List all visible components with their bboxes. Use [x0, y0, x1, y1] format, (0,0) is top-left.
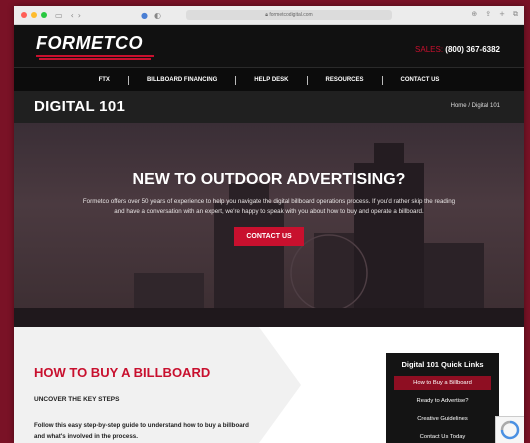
- new-tab-icon[interactable]: +: [499, 10, 505, 19]
- nav-item-ftx[interactable]: FTX: [81, 77, 128, 83]
- site-header: FORMETCO SALES: (800) 367-6382: [14, 25, 524, 67]
- close-window-button[interactable]: [21, 12, 27, 18]
- back-button[interactable]: ‹: [71, 11, 74, 20]
- phone-number: (800) 367-6382: [445, 45, 500, 54]
- browser-toolbar: ▭ ‹ › ● ◐ 🔒︎ formetcodigital.com ⊕ ⇪ + ⧉: [14, 6, 524, 25]
- quick-link-how-to-buy[interactable]: How to Buy a Billboard: [394, 376, 491, 390]
- quick-link-contact-us[interactable]: Contact Us Today: [394, 430, 491, 443]
- download-icon[interactable]: ⊕: [471, 10, 477, 19]
- section-description: Follow this easy step-by-step guide to u…: [34, 422, 249, 440]
- logo-stripe: [39, 58, 151, 60]
- hero-banner: NEW TO OUTDOOR ADVERTISING? Formetco off…: [14, 123, 524, 327]
- hero-text: Formetco offers over 50 years of experie…: [82, 198, 456, 215]
- main-nav: FTX BILLBOARD FINANCING HELP DESK RESOUR…: [14, 67, 524, 92]
- maximize-window-button[interactable]: [41, 12, 47, 18]
- url-text: formetcodigital.com: [269, 12, 313, 18]
- page-title-bar: DIGITAL 101 Home / Digital 101: [14, 91, 524, 123]
- phone-label: SALES:: [415, 45, 444, 54]
- lock-icon: 🔒︎: [265, 12, 268, 18]
- formetco-logo[interactable]: FORMETCO: [36, 33, 154, 60]
- hero-content: NEW TO OUTDOOR ADVERTISING? Formetco off…: [14, 171, 524, 246]
- page-title: DIGITAL 101: [34, 98, 126, 115]
- browser-right-controls: ⊕ ⇪ + ⧉: [471, 10, 518, 19]
- nav-item-contact-us[interactable]: CONTACT US: [383, 77, 458, 83]
- shield-icon[interactable]: ●: [141, 11, 148, 20]
- logo-text: FORMETCO: [36, 33, 143, 53]
- minimize-window-button[interactable]: [31, 12, 37, 18]
- browser-window: ▭ ‹ › ● ◐ 🔒︎ formetcodigital.com ⊕ ⇪ + ⧉…: [14, 6, 524, 443]
- tabs-overview-icon[interactable]: ⧉: [513, 10, 518, 19]
- section-subheading: UNCOVER THE KEY STEPS: [34, 396, 120, 403]
- nav-item-resources[interactable]: RESOURCES: [308, 77, 382, 83]
- quick-link-creative-guidelines[interactable]: Creative Guidelines: [394, 412, 491, 426]
- sales-phone[interactable]: SALES: (800) 367-6382: [415, 45, 500, 54]
- window-controls: [21, 12, 47, 18]
- breadcrumb[interactable]: Home / Digital 101: [451, 103, 500, 109]
- how-to-buy-panel: HOW TO BUY A BILLBOARD UNCOVER THE KEY S…: [14, 327, 259, 443]
- logo-stripe: [36, 55, 154, 57]
- nav-item-help-desk[interactable]: HELP DESK: [236, 77, 306, 83]
- share-icon[interactable]: ⇪: [485, 10, 491, 19]
- recaptcha-badge[interactable]: [495, 416, 524, 443]
- nav-item-billboard-financing[interactable]: BILLBOARD FINANCING: [129, 77, 235, 83]
- recaptcha-icon: [500, 420, 520, 440]
- content-section: HOW TO BUY A BILLBOARD UNCOVER THE KEY S…: [14, 327, 524, 443]
- section-heading: HOW TO BUY A BILLBOARD: [34, 365, 211, 380]
- forward-button[interactable]: ›: [78, 11, 81, 20]
- quick-link-ready-to-advertise[interactable]: Ready to Advertise?: [394, 394, 491, 408]
- hero-heading: NEW TO OUTDOOR ADVERTISING?: [132, 171, 406, 188]
- quick-links-box: Digital 101 Quick Links How to Buy a Bil…: [386, 353, 499, 443]
- panel-arrow: [259, 327, 301, 443]
- sidebar-icon[interactable]: ▭: [55, 11, 63, 20]
- quick-links-title: Digital 101 Quick Links: [401, 360, 484, 369]
- address-bar[interactable]: 🔒︎ formetcodigital.com: [186, 10, 392, 20]
- contact-us-button[interactable]: CONTACT US: [234, 227, 304, 246]
- privacy-icon[interactable]: ◐: [154, 11, 161, 20]
